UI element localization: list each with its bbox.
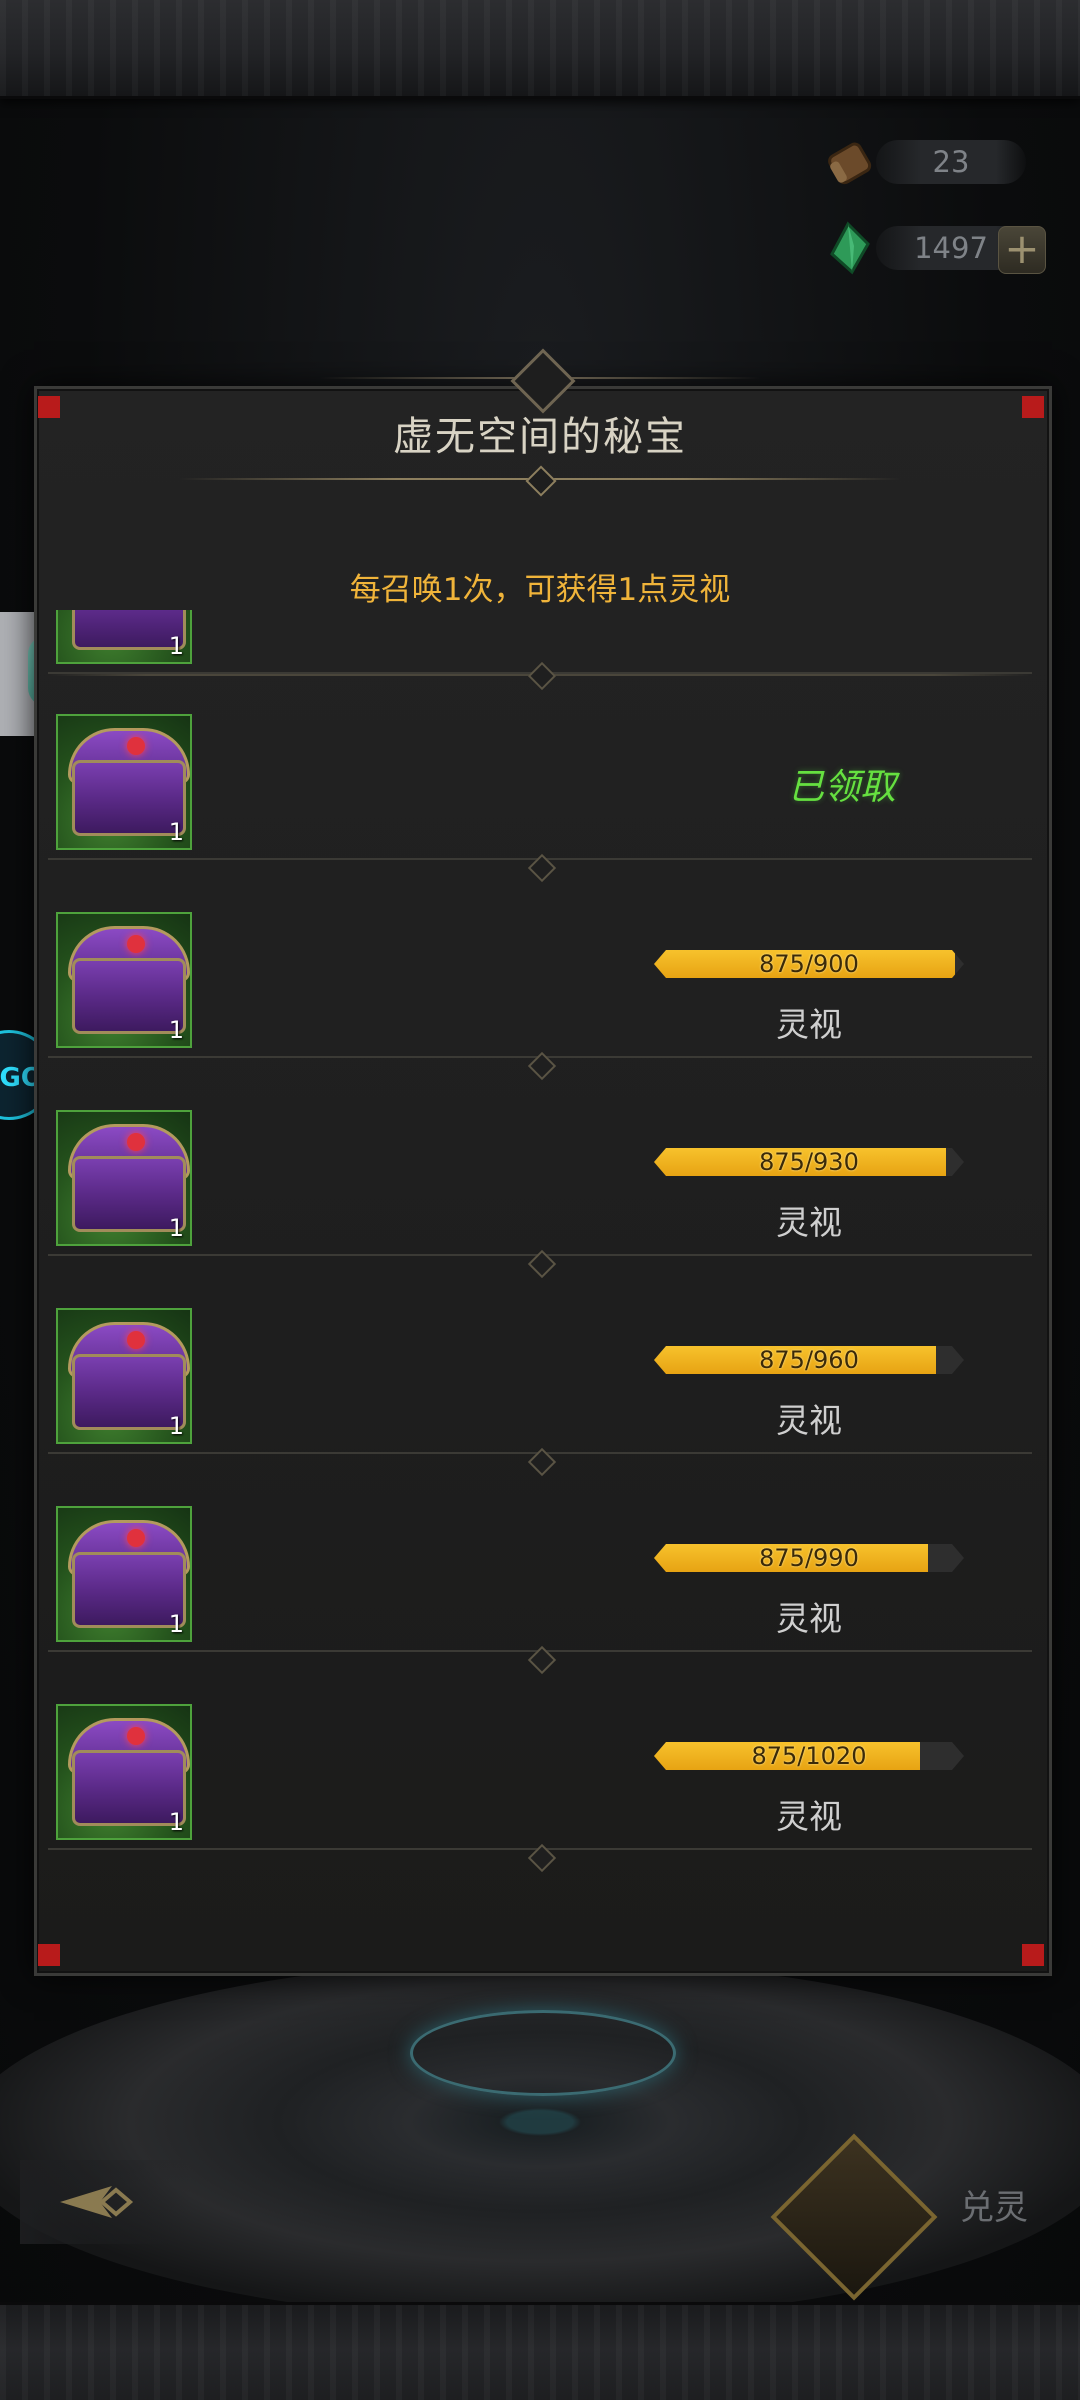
green-gem-icon [830,221,870,275]
summon-ring [410,2010,676,2096]
panel-title: 虚无空间的秘宝 [393,414,687,460]
reward-label: 灵视 [776,1401,842,1440]
item-count: 1 [168,1016,184,1044]
add-gem-button[interactable]: + [998,226,1046,274]
reward-label: 灵视 [776,1599,842,1638]
chest-gem [127,935,145,953]
reward-label: 灵视 [776,1005,842,1044]
treasure-chest-item[interactable]: 1 [56,714,192,850]
progress-text: 875/990 [759,1544,859,1572]
reward-row: 1 875/960 灵视 [48,1302,1032,1454]
reward-label: 灵视 [776,1203,842,1242]
exchange-spirit-label[interactable]: 兑灵 [960,2180,1028,2229]
scroll-icon [828,142,872,185]
treasure-chest-item[interactable]: 1 [56,610,192,664]
panel-corner-ornament [1022,1944,1044,1966]
bottom-ornate-bar [0,2302,1080,2400]
progress-text: 875/1020 [751,1742,867,1770]
chest-gem [127,1727,145,1745]
item-count: 1 [168,632,184,660]
reward-list[interactable]: 1 1 已领取 1 875/900 灵视 1 875/930 灵视 1 875/… [48,610,1032,1880]
chest-gem [127,1133,145,1151]
top-ornate-bar [0,0,1080,99]
scroll-currency-value: 23 [876,140,1026,184]
reward-row: 1 875/1020 灵视 [48,1698,1032,1850]
panel-corner-ornament [38,1944,60,1966]
reward-row: 1 875/990 灵视 [48,1500,1032,1652]
item-count: 1 [168,1610,184,1638]
panel-subtitle: 每召唤1次，可获得1点灵视 [349,572,731,608]
back-button[interactable] [20,2160,190,2244]
item-count: 1 [168,1412,184,1440]
progress-bar: 875/1020 [654,1742,964,1770]
progress-text: 875/930 [759,1148,859,1176]
treasure-chest-item[interactable]: 1 [56,1704,192,1840]
screen: 23 1497 + 兑灵 GO 虚无空间的秘宝 每召唤1次，可获得1点灵视 1 … [0,0,1080,2400]
progress-bar: 875/960 [654,1346,964,1374]
progress-text: 875/960 [759,1346,859,1374]
reward-row: 1 875/930 灵视 [48,1104,1032,1256]
treasure-chest-item[interactable]: 1 [56,912,192,1048]
progress-bar: 875/990 [654,1544,964,1572]
progress-bar: 875/930 [654,1148,964,1176]
reward-label: 灵视 [776,1797,842,1836]
claimed-status: 已领取 [788,767,897,808]
treasure-chest-item[interactable]: 1 [56,1110,192,1246]
back-arrow-icon [60,2186,134,2218]
chest-gem [127,1529,145,1547]
chest-gem [127,737,145,755]
treasure-chest-item[interactable]: 1 [56,1506,192,1642]
reward-row: 1 已领取 [48,708,1032,860]
treasure-chest-item[interactable]: 1 [56,1308,192,1444]
item-count: 1 [168,1808,184,1836]
progress-text: 875/900 [759,950,859,978]
chest-gem [127,1331,145,1349]
item-count: 1 [168,818,184,846]
progress-bar: 875/900 [654,950,964,978]
item-count: 1 [168,1214,184,1242]
reward-row: 1 875/900 灵视 [48,906,1032,1058]
